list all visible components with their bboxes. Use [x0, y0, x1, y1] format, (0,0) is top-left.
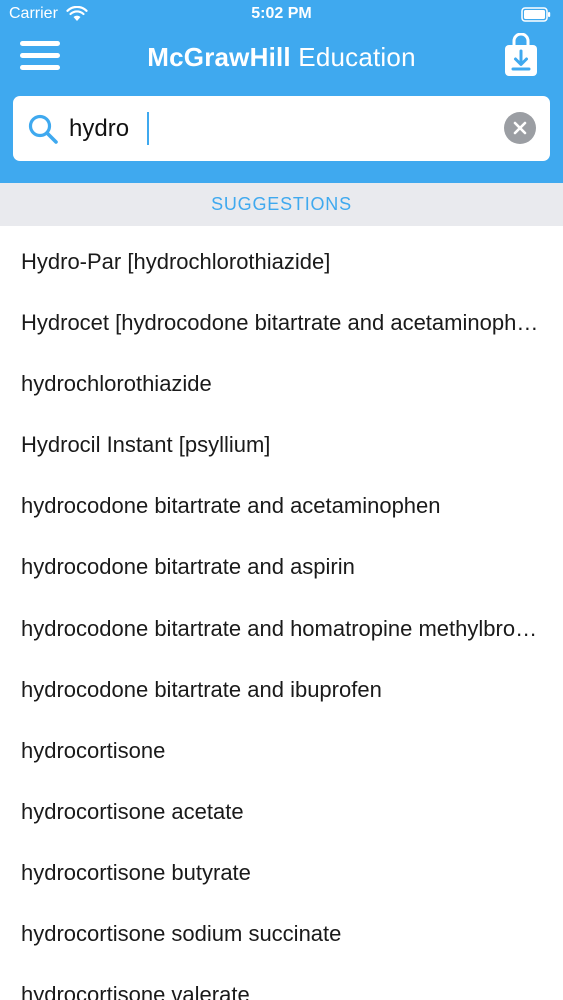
- suggestion-item[interactable]: Hydrocet [hydrocodone bitartrate and ace…: [0, 287, 563, 348]
- suggestion-item[interactable]: hydrocortisone acetate: [0, 776, 563, 837]
- suggestion-item[interactable]: hydrocodone bitartrate and acetaminophen: [0, 470, 563, 531]
- suggestion-item[interactable]: Hydrocil Instant [psyllium]: [0, 409, 563, 470]
- search-bar: [13, 96, 550, 161]
- suggestion-item[interactable]: hydrocortisone: [0, 715, 563, 776]
- search-icon: [28, 114, 58, 144]
- download-bag-icon[interactable]: [503, 33, 539, 77]
- suggestions-list: Hydro-Par [hydrochlorothiazide] Hydrocet…: [0, 226, 563, 1000]
- status-time: 5:02 PM: [251, 5, 312, 22]
- suggestion-item[interactable]: hydrocodone bitartrate and ibuprofen: [0, 654, 563, 715]
- brand-logo: McGrawHill Education: [0, 42, 563, 73]
- navigation-bar: McGrawHill Education: [0, 30, 563, 86]
- suggestion-item[interactable]: hydrocortisone butyrate: [0, 837, 563, 898]
- battery-icon: [521, 7, 551, 22]
- status-bar: Carrier 5:02 PM: [0, 0, 563, 30]
- suggestion-item[interactable]: hydrocortisone sodium succinate: [0, 898, 563, 959]
- suggestion-item[interactable]: Hydro-Par [hydrochlorothiazide]: [0, 226, 563, 287]
- brand-strong: McGrawHill: [147, 42, 291, 72]
- search-input[interactable]: [69, 111, 489, 147]
- suggestion-item[interactable]: hydrocodone bitartrate and aspirin: [0, 531, 563, 592]
- suggestion-item[interactable]: hydrochlorothiazide: [0, 348, 563, 409]
- clear-search-icon[interactable]: [504, 112, 536, 144]
- text-cursor: [147, 112, 149, 145]
- suggestion-item[interactable]: hydrocortisone valerate: [0, 959, 563, 1000]
- brand-light: Education: [298, 42, 416, 72]
- app-header: Carrier 5:02 PM McGrawHill Education: [0, 0, 563, 183]
- suggestions-section-header: SUGGESTIONS: [0, 183, 563, 226]
- suggestion-item[interactable]: hydrocodone bitartrate and homatropine m…: [0, 593, 563, 654]
